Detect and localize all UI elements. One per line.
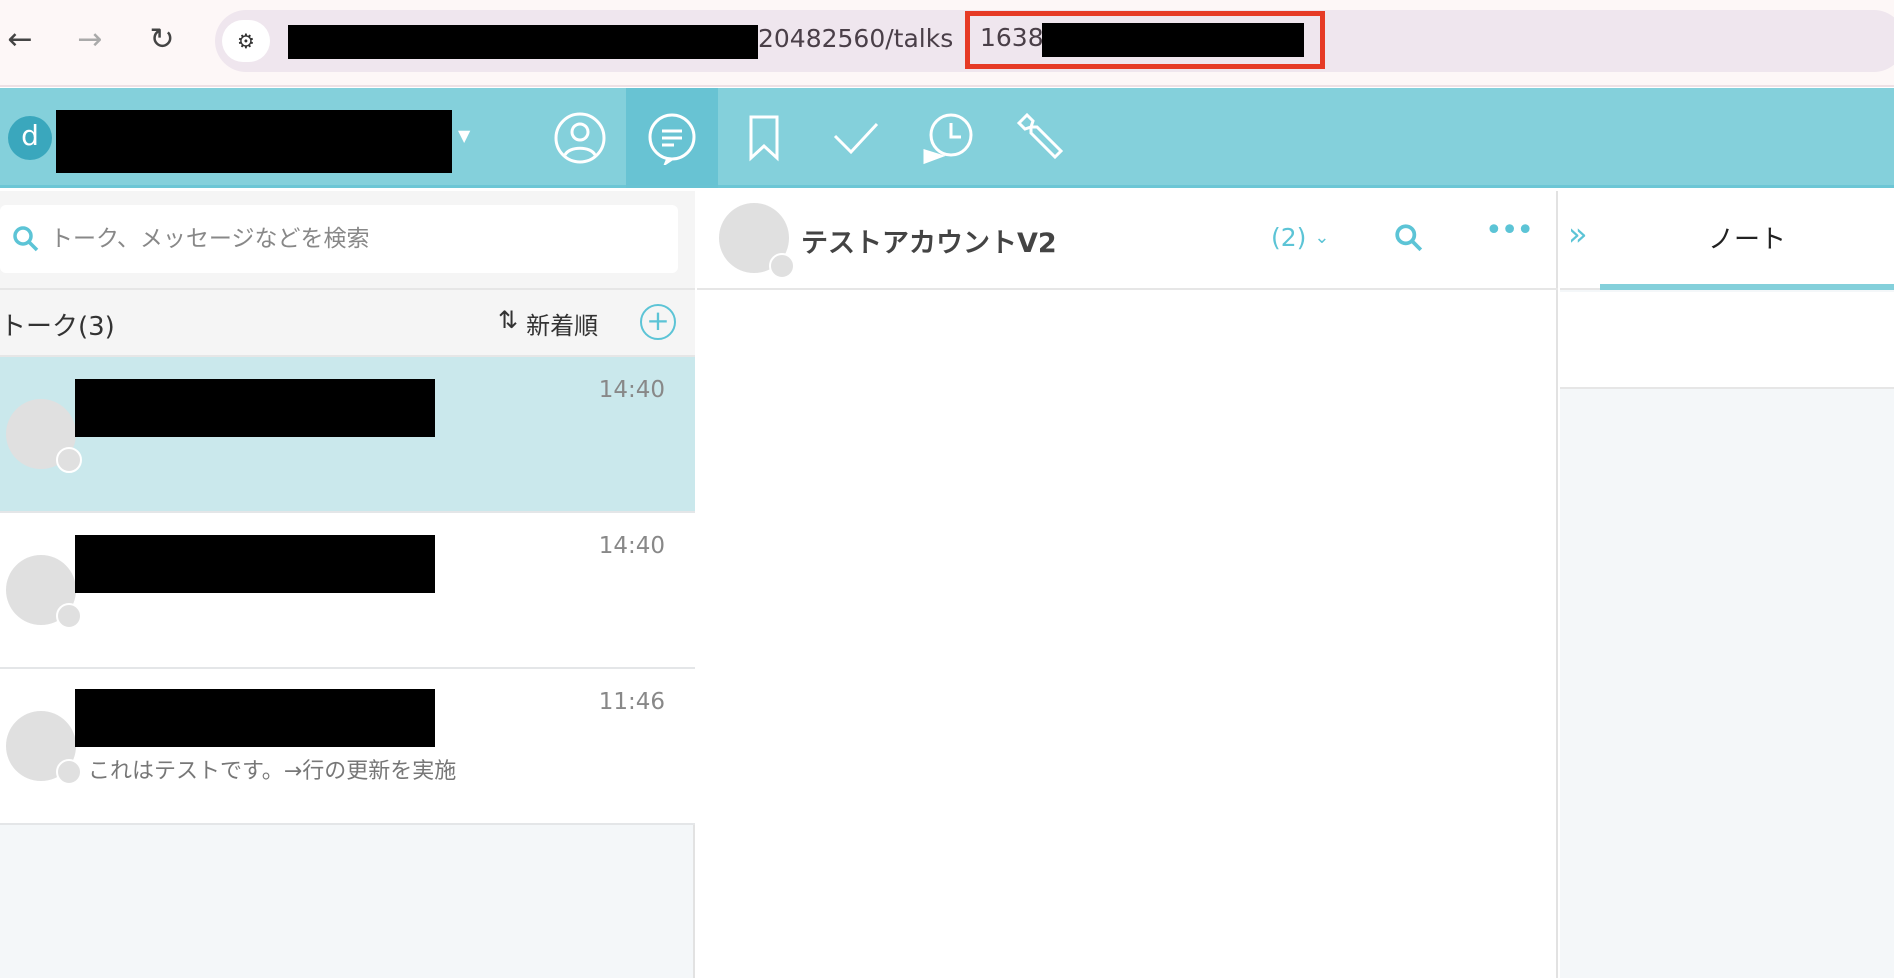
redacted-talk-name	[75, 535, 435, 593]
user-icon	[554, 112, 606, 164]
contacts-button[interactable]	[534, 88, 626, 188]
talks-button[interactable]	[626, 88, 718, 188]
new-talk-button[interactable]: +	[640, 304, 676, 340]
tab-note[interactable]: ノート	[1600, 191, 1894, 290]
talk-time: 11:46	[598, 689, 665, 715]
bookmark-button[interactable]	[718, 88, 810, 188]
member-count: (2)	[1271, 223, 1307, 252]
talk-list-item[interactable]: 14:40	[0, 513, 695, 669]
chevron-down-icon[interactable]: ▼	[458, 126, 470, 145]
chevron-down-icon: ⌄	[1314, 227, 1330, 248]
back-icon[interactable]: ←	[0, 22, 40, 57]
tasks-button[interactable]	[810, 88, 902, 188]
site-settings-icon[interactable]: ⚙	[222, 20, 270, 62]
member-count-button[interactable]: (2) ⌄	[1271, 223, 1330, 253]
scheduled-button[interactable]	[902, 88, 994, 188]
search-box[interactable]	[0, 205, 678, 273]
url-highlight-text: 1638	[980, 23, 1044, 52]
talk-list-item[interactable]: 14:40	[0, 357, 695, 513]
search-icon	[13, 226, 39, 252]
group-badge-icon	[56, 759, 82, 785]
search-area	[0, 191, 695, 290]
chat-title: テストアカウントV2	[801, 228, 1057, 259]
sort-label: 新着順	[526, 312, 599, 340]
talk-time: 14:40	[598, 533, 665, 559]
side-panel: » ノート	[1560, 191, 1894, 978]
talk-list-item[interactable]: 11:46 これはテストです。→行の更新を実施	[0, 669, 695, 825]
note-toolbar	[1560, 292, 1894, 389]
redacted-url	[288, 25, 758, 59]
logo-icon: d	[8, 116, 52, 160]
reload-icon[interactable]: ↻	[142, 22, 182, 57]
redacted-org-name[interactable]	[56, 110, 452, 173]
redacted-talk-name	[75, 379, 435, 437]
sort-button[interactable]: ⇅ 新着順	[498, 306, 598, 341]
chat-icon	[648, 113, 696, 165]
search-icon[interactable]	[1394, 223, 1424, 253]
chat-panel: テストアカウントV2 (2) ⌄ •••	[697, 191, 1558, 978]
sort-icon: ⇅	[498, 306, 519, 334]
group-badge-icon	[769, 253, 795, 279]
talk-count-title: トーク(3)	[0, 312, 115, 342]
check-icon	[833, 122, 879, 155]
talk-list-header: トーク(3) ⇅ 新着順 +	[0, 290, 695, 357]
talk-time: 14:40	[598, 377, 665, 403]
url-text: 20482560/talks	[758, 24, 954, 53]
search-input[interactable]	[50, 226, 650, 252]
bookmark-icon	[749, 115, 779, 162]
chat-header: テストアカウントV2 (2) ⌄ •••	[697, 191, 1558, 290]
redacted-talk-name	[75, 689, 435, 747]
side-tabs: » ノート	[1560, 191, 1894, 290]
group-badge-icon	[56, 447, 82, 473]
app-header: d ▼	[0, 88, 1894, 188]
wrench-icon	[1016, 112, 1064, 160]
collapse-icon[interactable]: »	[1568, 215, 1588, 253]
more-icon[interactable]: •••	[1485, 213, 1534, 248]
talk-list-panel: トーク(3) ⇅新着順 + 14:40 14:40 11:46 これはテストです…	[0, 191, 695, 978]
redacted-url	[1042, 23, 1304, 57]
group-badge-icon	[56, 603, 82, 629]
clock-send-icon	[923, 113, 973, 165]
highlight-box: 1638	[965, 11, 1325, 69]
browser-toolbar: ← → ↻ ⚙ 20482560/talks 1638	[0, 0, 1894, 87]
settings-button[interactable]	[994, 88, 1086, 188]
forward-icon[interactable]: →	[70, 22, 110, 57]
talk-preview: これはテストです。→行の更新を実施	[88, 759, 457, 784]
